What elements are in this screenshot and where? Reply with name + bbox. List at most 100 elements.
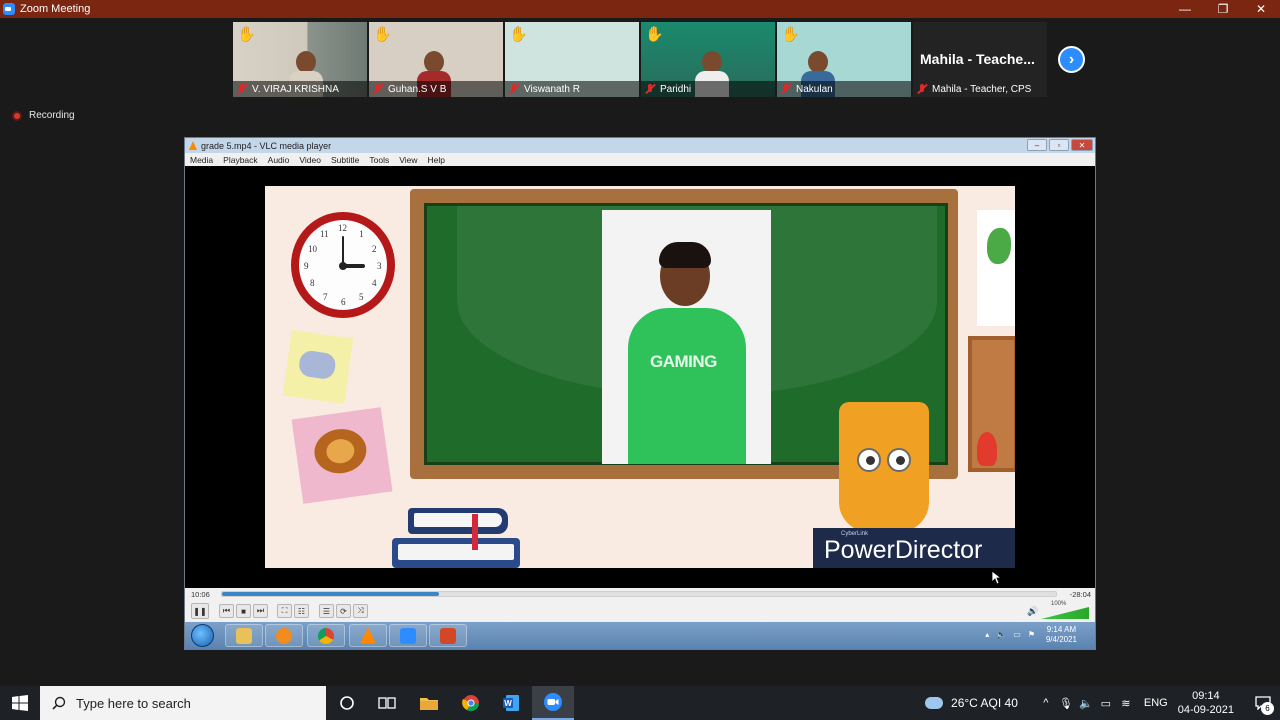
menu-subtitle[interactable]: Subtitle bbox=[326, 155, 364, 165]
recorded-taskbar: ▴ 🔈 ▭ ⚑ 9:14 AM 9/4/2021 bbox=[185, 622, 1095, 649]
clock-date: 04-09-2021 bbox=[1177, 704, 1234, 716]
participant-name-bar: Nakulan bbox=[777, 81, 911, 97]
language-indicator[interactable]: ENG bbox=[1144, 697, 1168, 709]
menu-tools[interactable]: Tools bbox=[364, 155, 394, 165]
participant-tile[interactable]: ✋ Nakulan bbox=[777, 22, 911, 97]
taskbar-search[interactable] bbox=[40, 686, 326, 720]
video-frame[interactable]: 12 1 2 3 4 5 6 7 8 9 10 11 GAMING CyberL… bbox=[265, 186, 1015, 568]
weather-widget[interactable]: 26°C AQI 40 bbox=[925, 696, 1018, 710]
start-button[interactable] bbox=[0, 686, 40, 720]
recorded-date: 9/4/2021 bbox=[1045, 635, 1077, 644]
chrome-icon bbox=[307, 624, 345, 647]
taskbar-clock[interactable]: 09:14 04-09-2021 bbox=[1178, 689, 1234, 717]
clock-number: 2 bbox=[372, 244, 377, 254]
zoom-titlebar: Zoom Meeting — ❐ ✕ bbox=[0, 0, 1280, 18]
participant-name-bar: Paridhi bbox=[641, 81, 775, 97]
participant-gallery: ✋ V. VIRAJ KRISHNA ✋ Guhan.S V B ✋ Viswa… bbox=[233, 22, 1047, 97]
participant-tile-teacher[interactable]: Mahila - Teache... Mahila - Teacher, CPS bbox=[913, 22, 1047, 97]
wifi-icon[interactable]: ≋ bbox=[1117, 697, 1135, 710]
raised-hand-icon: ✋ bbox=[237, 26, 256, 43]
weather-text: 26°C AQI 40 bbox=[951, 696, 1018, 710]
participant-tile[interactable]: ✋ Guhan.S V B bbox=[369, 22, 503, 97]
vlc-maximize-button[interactable]: ▫ bbox=[1049, 139, 1069, 151]
action-center-button[interactable]: 6 bbox=[1246, 686, 1280, 720]
extended-settings-icon[interactable]: ☷ bbox=[294, 604, 309, 618]
cortana-icon[interactable] bbox=[326, 686, 368, 720]
vlc-titlebar: grade 5.mp4 - VLC media player – ▫ ✕ bbox=[185, 138, 1095, 153]
explorer-icon bbox=[225, 624, 263, 647]
participant-tile[interactable]: ✋ Viswanath R bbox=[505, 22, 639, 97]
record-icon bbox=[12, 110, 22, 121]
elephant-sticky-note bbox=[282, 330, 354, 404]
vlc-icon bbox=[349, 624, 387, 647]
participant-tile[interactable]: ✋ Paridhi bbox=[641, 22, 775, 97]
search-input[interactable] bbox=[76, 695, 316, 711]
stop-icon[interactable]: ■ bbox=[236, 604, 251, 618]
vlc-title: grade 5.mp4 - VLC media player bbox=[201, 140, 332, 151]
mouse-cursor-icon bbox=[992, 571, 1002, 585]
time-remaining: -28:04 bbox=[1069, 590, 1091, 599]
lion-sticky-note bbox=[291, 407, 393, 504]
screen: Zoom Meeting — ❐ ✕ ✋ V. VIRAJ KRISHNA ✋ … bbox=[0, 0, 1280, 720]
mic-muted-icon bbox=[780, 83, 792, 95]
parrot-illustration bbox=[977, 432, 997, 466]
vlc-seekbar: 10:06 -28:04 bbox=[185, 588, 1095, 600]
volume-control[interactable]: 🔊 100% bbox=[1027, 601, 1091, 619]
seek-slider[interactable] bbox=[221, 591, 1057, 597]
zoom-taskbar-icon[interactable] bbox=[532, 686, 574, 720]
restore-button[interactable]: ❐ bbox=[1204, 0, 1242, 18]
show-hidden-icons-icon[interactable]: ^ bbox=[1037, 697, 1055, 709]
raised-hand-icon: ✋ bbox=[781, 26, 800, 43]
shuffle-icon[interactable]: ⤨ bbox=[353, 604, 368, 618]
clock-number: 6 bbox=[341, 297, 346, 307]
speaker-icon[interactable]: 🔈 bbox=[1077, 697, 1095, 710]
time-elapsed: 10:06 bbox=[191, 590, 210, 599]
clock-number: 3 bbox=[377, 261, 382, 271]
clock-number: 11 bbox=[320, 229, 329, 239]
clock-number: 12 bbox=[338, 223, 347, 233]
books-illustration bbox=[390, 504, 530, 568]
menu-playback[interactable]: Playback bbox=[218, 155, 263, 165]
chrome-icon[interactable] bbox=[450, 686, 492, 720]
clock-illustration: 12 1 2 3 4 5 6 7 8 9 10 11 bbox=[291, 212, 395, 318]
windows-orb-icon bbox=[191, 624, 214, 647]
vlc-minimize-button[interactable]: – bbox=[1027, 139, 1047, 151]
vlc-close-button[interactable]: ✕ bbox=[1071, 139, 1093, 151]
task-view-icon[interactable] bbox=[366, 686, 408, 720]
file-explorer-icon[interactable] bbox=[408, 686, 450, 720]
participant-name-bar: Guhan.S V B bbox=[369, 81, 503, 97]
microphone-icon[interactable]: 🎙 bbox=[1057, 697, 1075, 710]
speaker-icon[interactable]: 🔊 bbox=[1027, 606, 1038, 617]
loop-icon[interactable]: ⟳ bbox=[336, 604, 351, 618]
vlc-controls: ❚❚ ⏮ ■ ⏭ ⛶ ☷ ☰ ⟳ ⤨ 🔊 100% bbox=[185, 600, 1095, 622]
fullscreen-icon[interactable]: ⛶ bbox=[277, 604, 292, 618]
participant-name: Guhan.S V B bbox=[388, 83, 447, 95]
minimize-button[interactable]: — bbox=[1166, 0, 1204, 18]
battery-icon[interactable]: ▭ bbox=[1097, 697, 1115, 710]
participant-name: Paridhi bbox=[660, 83, 692, 95]
menu-audio[interactable]: Audio bbox=[263, 155, 295, 165]
pause-icon[interactable]: ❚❚ bbox=[191, 603, 209, 619]
participant-name-bar: V. VIRAJ KRISHNA bbox=[233, 81, 367, 97]
participant-display-name: Mahila - Teache... bbox=[920, 51, 1035, 67]
raised-hand-icon: ✋ bbox=[509, 26, 528, 43]
clock-number: 8 bbox=[310, 278, 315, 288]
menu-media[interactable]: Media bbox=[185, 155, 218, 165]
playlist-icon[interactable]: ☰ bbox=[319, 604, 334, 618]
menu-help[interactable]: Help bbox=[422, 155, 449, 165]
menu-view[interactable]: View bbox=[394, 155, 422, 165]
zoom-icon bbox=[389, 624, 427, 647]
chevron-right-icon[interactable]: › bbox=[1058, 46, 1085, 73]
recording-indicator[interactable]: Recording bbox=[12, 110, 75, 121]
volume-slider[interactable] bbox=[1041, 607, 1089, 619]
close-button[interactable]: ✕ bbox=[1242, 0, 1280, 18]
clock-number: 10 bbox=[308, 244, 317, 254]
word-icon[interactable]: W bbox=[490, 686, 532, 720]
participant-tile[interactable]: ✋ V. VIRAJ KRISHNA bbox=[233, 22, 367, 97]
mascot-character bbox=[839, 402, 929, 532]
clock-number: 7 bbox=[323, 292, 328, 302]
next-icon[interactable]: ⏭ bbox=[253, 604, 268, 618]
previous-icon[interactable]: ⏮ bbox=[219, 604, 234, 618]
menu-video[interactable]: Video bbox=[294, 155, 326, 165]
vlc-window: grade 5.mp4 - VLC media player – ▫ ✕ Med… bbox=[184, 137, 1096, 650]
